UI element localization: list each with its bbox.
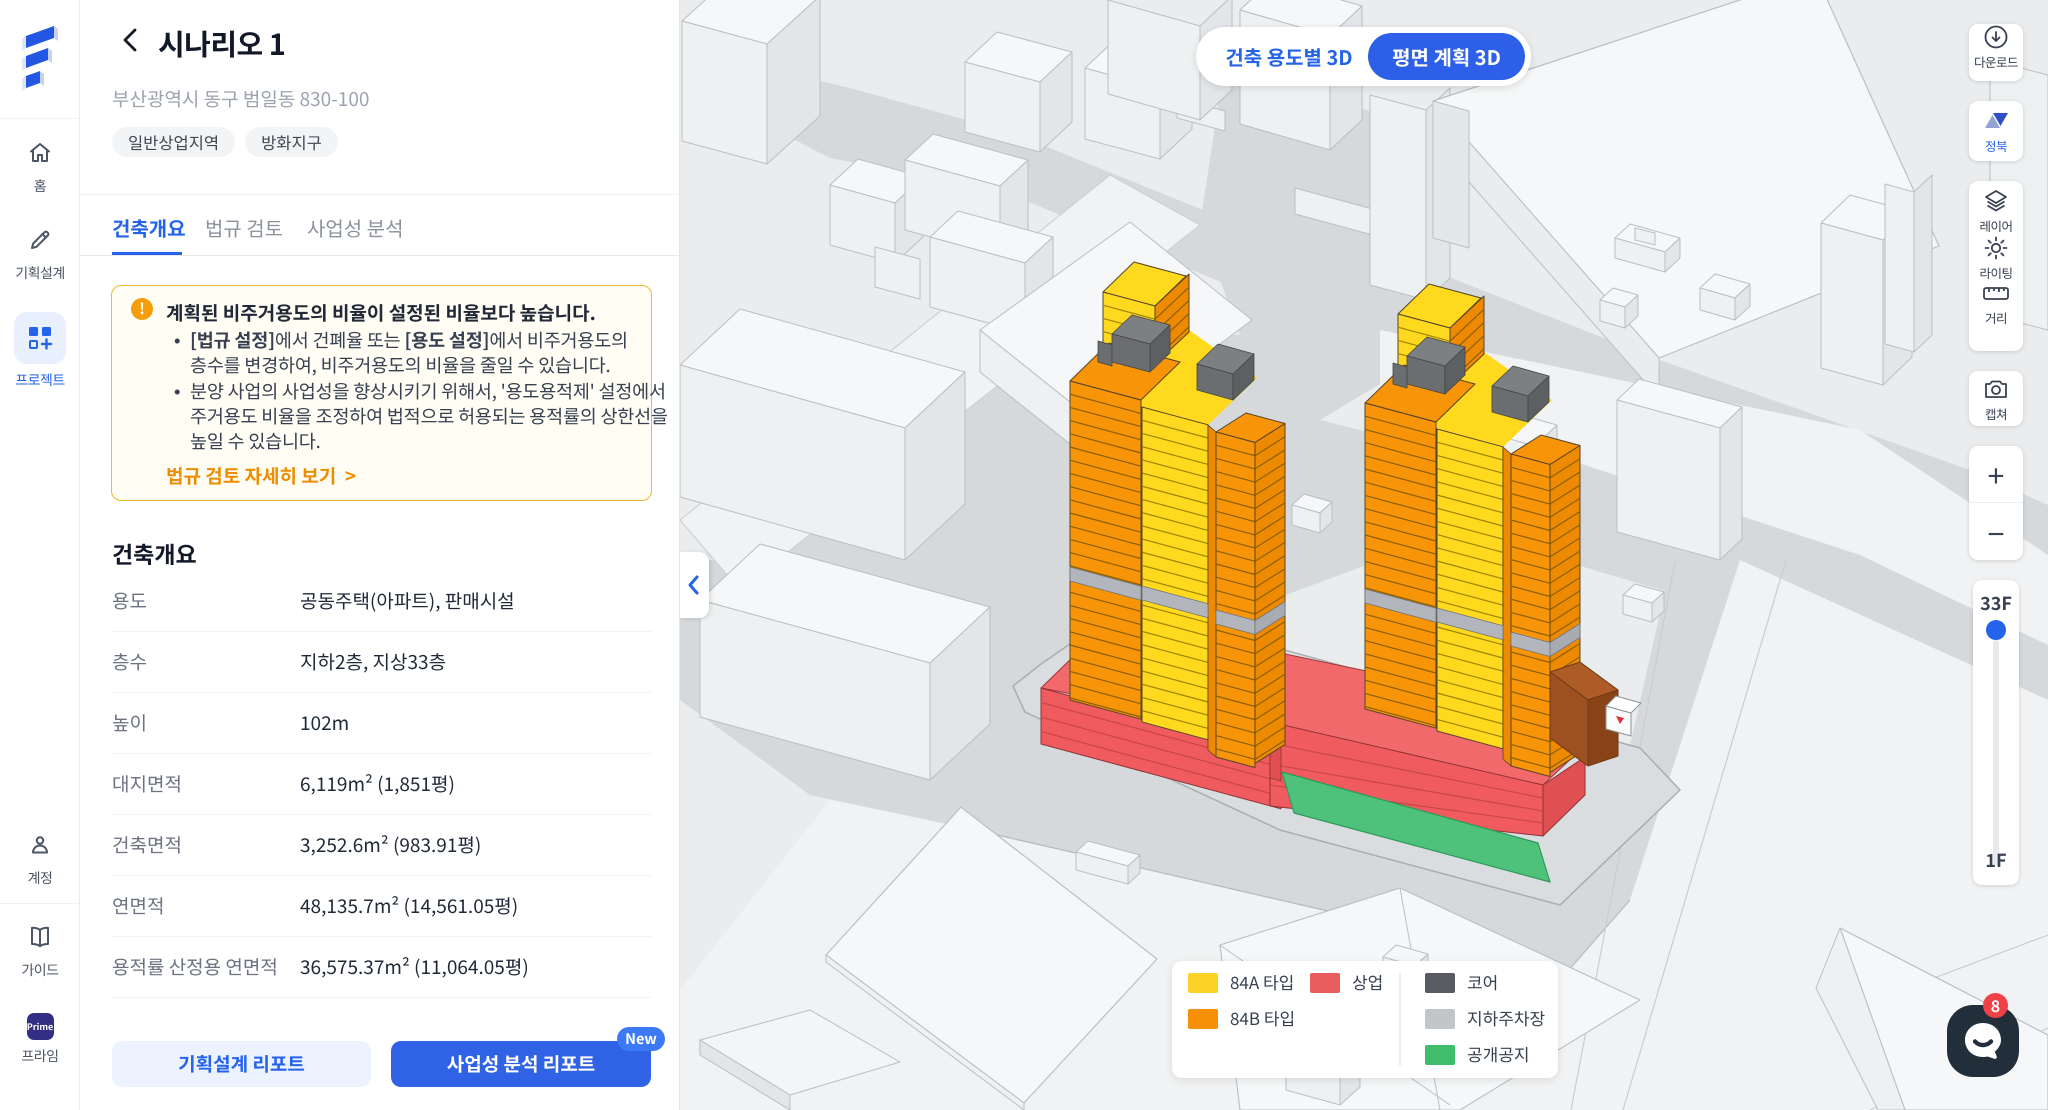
svg-text:공개공지: 공개공지 — [1467, 1041, 1530, 1066]
svg-text:84B 타입: 84B 타입 — [1230, 1005, 1295, 1030]
svg-text:코어: 코어 — [1467, 969, 1498, 994]
svg-text:84A 타입: 84A 타입 — [1230, 969, 1294, 994]
svg-text:지하주차장: 지하주차장 — [1467, 1005, 1546, 1030]
svg-text:상업: 상업 — [1352, 969, 1383, 994]
